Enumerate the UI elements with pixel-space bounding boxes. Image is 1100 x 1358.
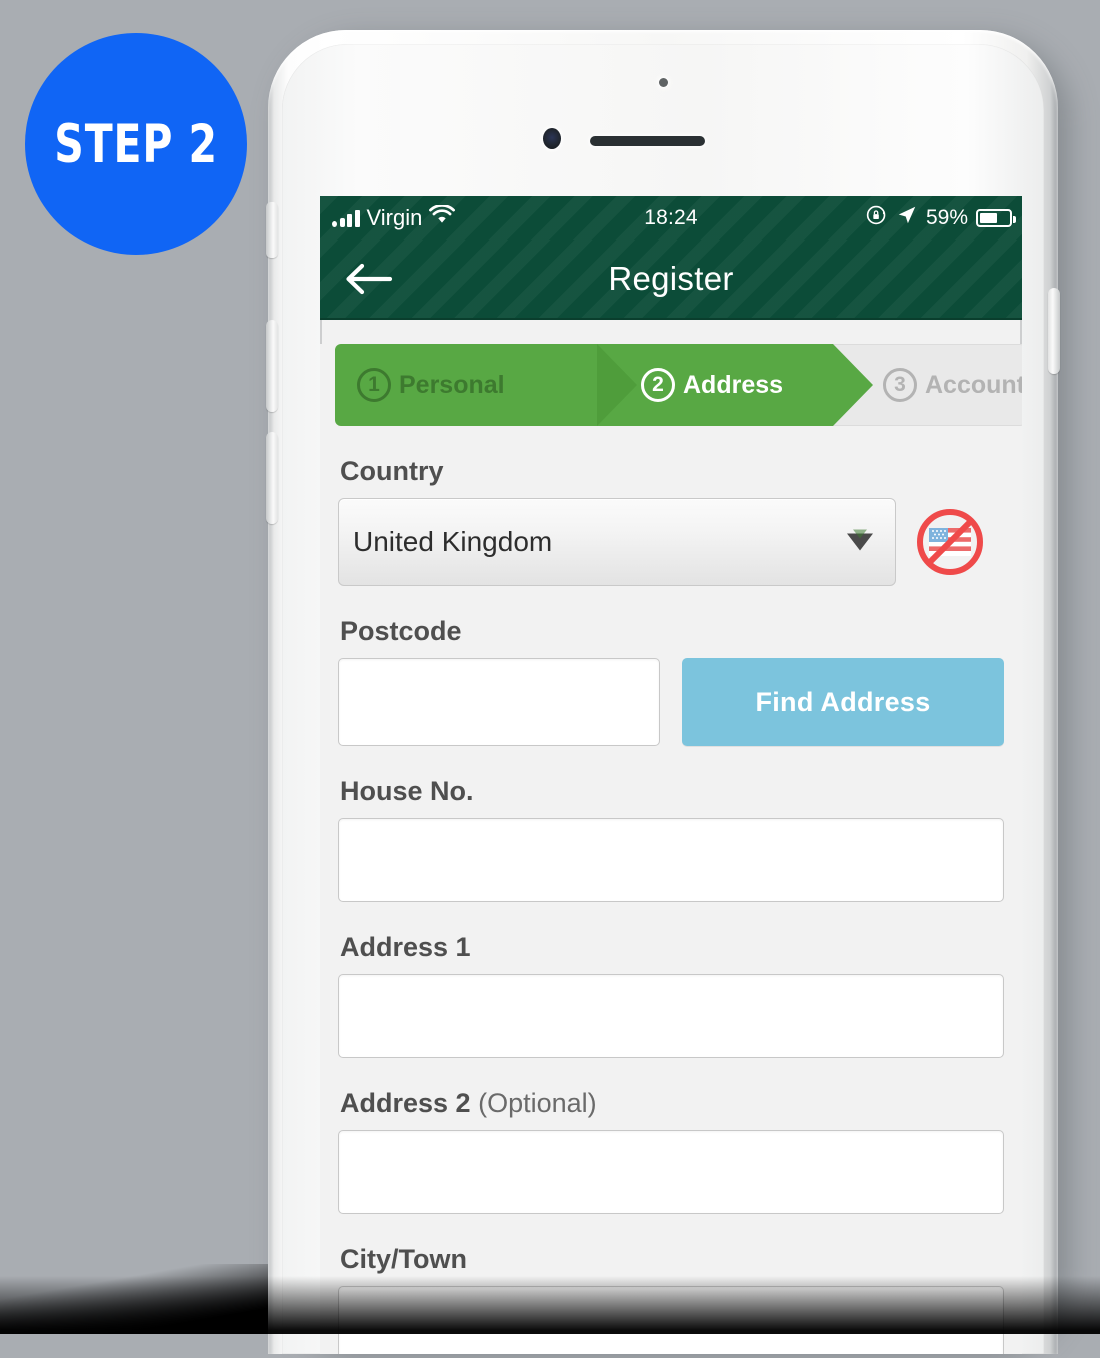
country-select[interactable]: United Kingdom xyxy=(338,498,896,586)
step-badge: STEP 2 xyxy=(25,33,247,255)
address1-label: Address 1 xyxy=(340,932,471,962)
step-badge-label: STEP 2 xyxy=(54,113,218,175)
postcode-field-group: Postcode Find Address xyxy=(338,616,1004,746)
status-bar-right: 59% xyxy=(866,204,1016,232)
back-arrow-icon[interactable] xyxy=(342,260,394,298)
house-no-input[interactable] xyxy=(338,818,1004,902)
country-row: United Kingdom xyxy=(338,498,1004,586)
battery-percent-label: 59% xyxy=(925,206,968,229)
mute-switch-button[interactable] xyxy=(266,202,278,258)
progress-stepper: 1 Personal 2 Address 3 Account xyxy=(335,344,1022,426)
postcode-input[interactable] xyxy=(338,658,660,746)
screenshot-stage: STEP 2 Virgin 18:24 59% Register 1 Perso… xyxy=(0,0,1100,1358)
location-arrow-icon xyxy=(896,204,918,232)
front-camera-icon xyxy=(543,128,561,149)
address2-optional-text: (Optional) xyxy=(478,1088,597,1118)
postcode-row: Find Address xyxy=(338,658,1004,746)
phone-screen: Virgin 18:24 59% Register 1 Personal 2 A… xyxy=(320,196,1022,1354)
city-town-label: City/Town xyxy=(340,1244,467,1274)
address1-field-group: Address 1 xyxy=(338,932,1004,1058)
register-form-content: 1 Personal 2 Address 3 Account Country U… xyxy=(320,344,1022,1354)
no-usa-flag-icon xyxy=(912,504,988,580)
step-label-personal: Personal xyxy=(399,370,505,399)
step-number-2: 2 xyxy=(641,368,675,402)
find-address-button[interactable]: Find Address xyxy=(682,658,1004,746)
power-button[interactable] xyxy=(1048,288,1060,374)
volume-up-button[interactable] xyxy=(266,320,278,412)
address2-input[interactable] xyxy=(338,1130,1004,1214)
country-field-group: Country United Kingdom xyxy=(338,456,1004,586)
step-number-3: 3 xyxy=(883,368,917,402)
address1-input[interactable] xyxy=(338,974,1004,1058)
nav-bar: Register xyxy=(320,240,1022,320)
iphone-mockup: Virgin 18:24 59% Register 1 Personal 2 A… xyxy=(262,24,1080,1358)
step-number-1: 1 xyxy=(357,368,391,402)
country-label: Country xyxy=(340,456,444,486)
page-title: Register xyxy=(608,260,734,297)
house-no-label: House No. xyxy=(340,776,474,806)
step-item-personal[interactable]: 1 Personal xyxy=(335,344,637,426)
battery-icon xyxy=(976,209,1016,227)
status-bar: Virgin 18:24 59% xyxy=(320,196,1022,240)
rotation-lock-icon xyxy=(866,204,888,232)
step-label-account: Account xyxy=(925,370,1022,399)
city-town-field-group: City/Town xyxy=(338,1244,1004,1354)
postcode-label: Postcode xyxy=(340,616,462,646)
chevron-down-icon xyxy=(847,529,873,551)
address2-field-group: Address 2 (Optional) xyxy=(338,1088,1004,1214)
bottom-fade-left-overlay xyxy=(0,1264,268,1334)
city-town-input[interactable] xyxy=(338,1286,1004,1354)
step-label-address: Address xyxy=(683,370,784,399)
earpiece-speaker-icon xyxy=(590,136,705,146)
country-selected-value: United Kingdom xyxy=(353,526,553,557)
address2-label-text: Address 2 xyxy=(340,1088,471,1118)
address2-label: Address 2 (Optional) xyxy=(340,1088,1004,1119)
proximity-sensor-icon xyxy=(659,78,668,87)
volume-down-button[interactable] xyxy=(266,432,278,524)
house-no-field-group: House No. xyxy=(338,776,1004,902)
